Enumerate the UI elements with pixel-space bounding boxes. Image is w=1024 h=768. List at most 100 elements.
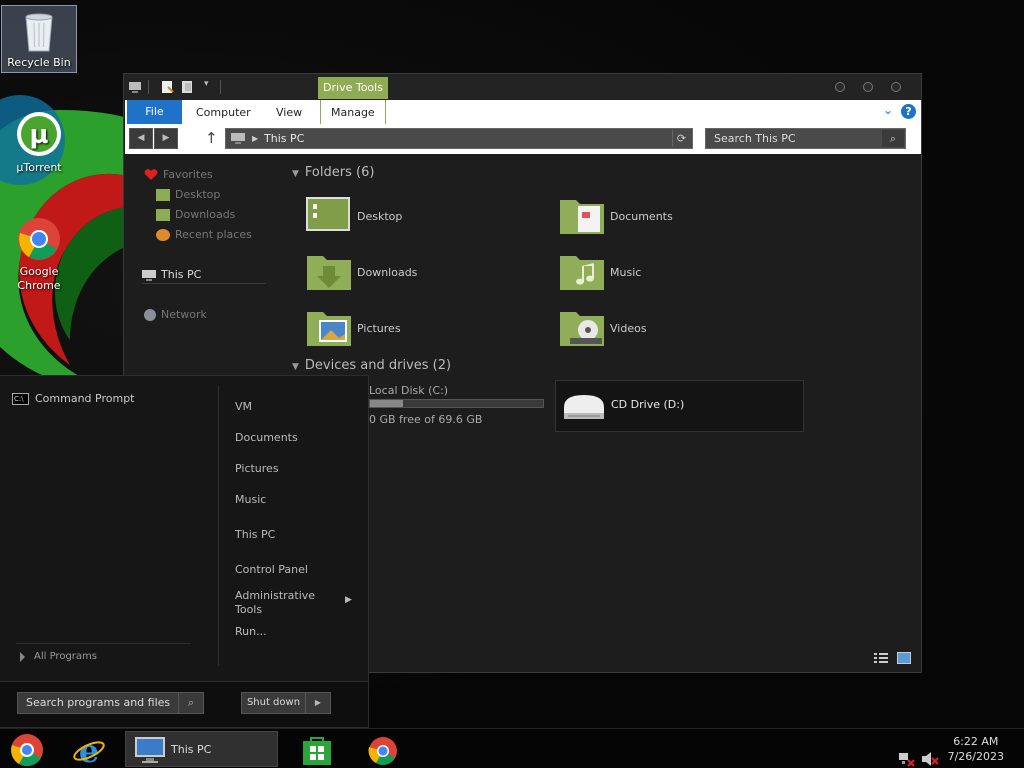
utorrent-icon: µ (17, 112, 61, 156)
command-prompt-icon: C:\ (12, 393, 29, 405)
utorrent-desktop-icon[interactable]: µ µTorrent (1, 110, 77, 175)
folder-videos[interactable]: Videos (558, 308, 798, 356)
desktop-folder-icon (306, 197, 350, 231)
store-icon[interactable] (301, 733, 333, 768)
search-placeholder: Search This PC (714, 132, 796, 145)
chrome-icon (18, 218, 60, 260)
start-menu-item-administrative-tools[interactable]: Administrative Tools (235, 589, 340, 617)
videos-folder-icon (560, 312, 604, 346)
pc-icon (129, 82, 141, 93)
start-menu-item-pictures[interactable]: Pictures (235, 462, 279, 476)
nav-this-pc[interactable]: This PC (142, 266, 266, 284)
drive-cd-d[interactable]: CD Drive (D:) (555, 380, 804, 432)
recycle-bin-icon (25, 13, 53, 52)
shutdown-options-arrow-icon[interactable]: ▶ (306, 692, 331, 714)
network-disconnected-icon[interactable] (897, 741, 915, 768)
drive-tools-context-tab: Drive Tools (318, 77, 388, 99)
tab-manage[interactable]: Manage (320, 100, 386, 124)
desktop-folder-icon (156, 189, 170, 201)
up-arrow-icon[interactable]: ↑ (205, 128, 218, 149)
recent-places-icon (156, 229, 170, 241)
this-pc-small-icon (231, 133, 245, 144)
forward-button[interactable]: ▶ (154, 128, 178, 149)
chrome-label: Google Chrome (17, 265, 61, 292)
internet-explorer-icon[interactable]: e (72, 732, 106, 768)
start-menu: C:\ Command Prompt All Programs VM Docume… (0, 375, 369, 728)
command-prompt-item[interactable]: C:\ Command Prompt (12, 391, 135, 407)
new-folder-icon[interactable] (180, 80, 194, 94)
nav-recent-places[interactable]: Recent places (156, 226, 252, 244)
folder-downloads[interactable]: Downloads (305, 252, 545, 300)
svg-text:e: e (79, 732, 99, 768)
search-input[interactable]: Search This PC ⌕ (705, 128, 906, 149)
folders-group-header[interactable]: ▼ Folders (6) (292, 165, 374, 180)
breadcrumb-arrow-icon[interactable]: ▶ (252, 129, 258, 148)
start-menu-item-this-pc[interactable]: This PC (235, 528, 275, 542)
back-button[interactable]: ◀ (129, 128, 153, 149)
address-bar[interactable]: ▶ This PC ⟳ (225, 128, 693, 149)
network-globe-icon (144, 309, 156, 321)
clock-time: 6:22 AM (953, 735, 999, 748)
maximize-button[interactable] (863, 82, 873, 92)
close-button[interactable] (891, 82, 901, 92)
monitor-icon (135, 737, 165, 763)
tab-view[interactable]: View (276, 100, 302, 124)
start-menu-item-music[interactable]: Music (235, 493, 266, 507)
heart-icon (144, 169, 158, 181)
start-menu-item-control-panel[interactable]: Control Panel (235, 563, 308, 577)
volume-muted-icon[interactable] (921, 741, 939, 768)
title-bar[interactable]: ▾ Drive Tools (124, 74, 921, 100)
shutdown-button[interactable]: Shut down (241, 692, 306, 714)
start-menu-item-documents[interactable]: Documents (235, 431, 298, 445)
ribbon-expand-chevron-icon[interactable]: ⌄ (883, 103, 893, 117)
tab-computer[interactable]: Computer (196, 100, 251, 124)
nav-favorites[interactable]: Favorites (144, 166, 213, 184)
devices-group-header[interactable]: ▼ Devices and drives (2) (292, 358, 451, 373)
start-orb-icon[interactable] (10, 732, 44, 768)
collapse-arrow-icon: ▼ (292, 362, 299, 372)
start-menu-programs: C:\ Command Prompt All Programs (0, 376, 218, 676)
start-menu-bottom-bar: Search programs and files ⌕ Shut down ▶ (0, 681, 368, 727)
start-search-placeholder: Search programs and files (26, 696, 171, 709)
documents-folder-icon (560, 200, 604, 234)
drive-c-capacity-fill (370, 400, 403, 407)
details-view-icon[interactable] (874, 652, 888, 664)
breadcrumb[interactable]: This PC (264, 129, 304, 148)
start-search-input[interactable]: Search programs and files ⌕ (17, 692, 204, 714)
folder-pictures[interactable]: Pictures (305, 308, 545, 356)
drive-c-name: Local Disk (C:) (369, 384, 449, 397)
system-clock[interactable]: 6:22 AM 7/26/2023 (948, 734, 1004, 764)
recycle-bin-desktop-icon[interactable]: Recycle Bin (1, 5, 77, 73)
tab-file[interactable]: File (127, 100, 182, 124)
start-menu-item-vm[interactable]: VM (235, 400, 252, 414)
refresh-icon[interactable]: ⟳ (672, 130, 690, 147)
start-menu-item-run[interactable]: Run... (235, 625, 267, 639)
submenu-arrow-icon: ▶ (345, 595, 352, 605)
search-icon[interactable]: ⌕ (178, 693, 203, 713)
properties-icon[interactable] (160, 80, 174, 94)
pictures-folder-icon (307, 312, 351, 346)
search-icon[interactable]: ⌕ (882, 130, 904, 147)
nav-desktop[interactable]: Desktop (156, 186, 220, 204)
folder-documents[interactable]: Documents (558, 196, 798, 244)
cd-drive-icon (564, 395, 604, 419)
nav-network[interactable]: Network (144, 306, 207, 324)
nav-downloads[interactable]: Downloads (156, 206, 235, 224)
chrome-desktop-icon[interactable]: Google Chrome (1, 216, 77, 293)
start-menu-divider (218, 386, 219, 666)
downloads-folder-icon (156, 209, 170, 221)
chrome-taskbar-icon[interactable] (367, 733, 399, 768)
help-icon[interactable]: ? (901, 104, 916, 119)
drive-d-name: CD Drive (D:) (611, 398, 685, 411)
quick-access-dropdown-icon[interactable]: ▾ (204, 79, 209, 89)
taskbar-this-pc-button[interactable]: This PC (125, 731, 278, 767)
taskbar: e This PC 6:22 AM 7/26/2023 (0, 728, 1024, 768)
folder-desktop[interactable]: Desktop (305, 196, 545, 244)
large-icons-view-icon[interactable] (897, 652, 911, 664)
collapse-arrow-icon: ▼ (292, 169, 299, 179)
utorrent-label: µTorrent (16, 161, 62, 174)
minimize-button[interactable] (835, 82, 845, 92)
folder-music[interactable]: Music (558, 252, 798, 300)
all-programs-button[interactable]: All Programs (16, 643, 191, 665)
pc-icon (142, 269, 156, 281)
